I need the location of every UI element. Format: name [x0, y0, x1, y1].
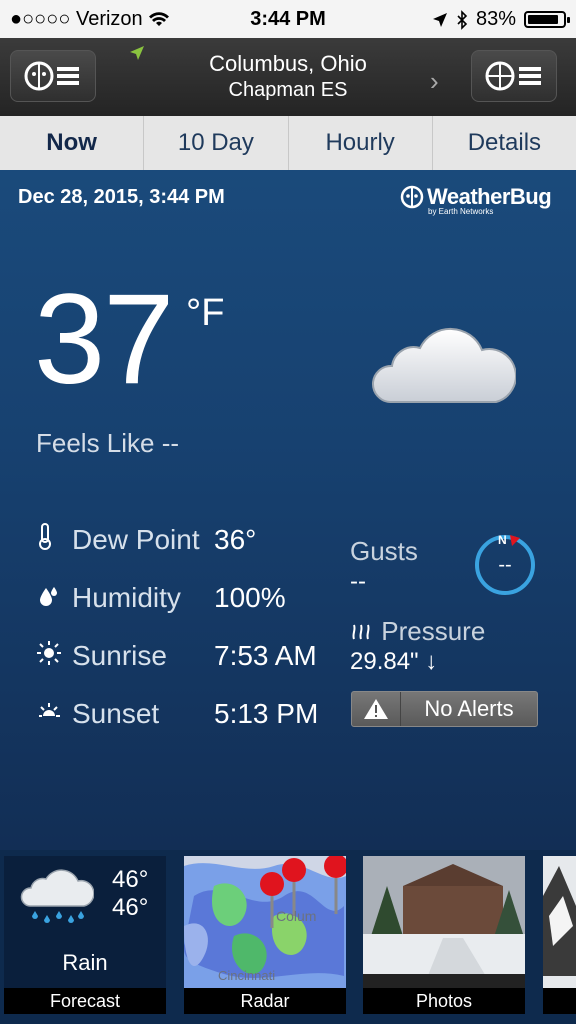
sunrise-value: 7:53 AM	[214, 640, 317, 671]
radar-map-label-cincinnati: Cincinnati	[218, 968, 276, 983]
tab-details[interactable]: Details	[433, 116, 576, 170]
snow-photo-thumbnail	[363, 856, 525, 988]
sunset-label: Sunset	[72, 698, 160, 729]
locations-button[interactable]	[471, 50, 557, 102]
pressure-trend-icon: ↓	[425, 648, 438, 675]
forecast-card[interactable]: 46° 46° Rain Forecast	[4, 856, 166, 1014]
forecast-low: 46°	[112, 894, 149, 921]
dew-point-value: 36°	[214, 524, 257, 555]
status-bar: ●○○○○ Verizon 3:44 PM 83%	[0, 0, 576, 38]
partial-card[interactable]	[543, 856, 576, 1014]
compass-north-label: N	[498, 533, 507, 547]
crosshair-list-icon	[485, 61, 541, 91]
warning-icon	[352, 692, 401, 726]
humidity-drops-icon	[38, 584, 60, 613]
sunset-icon	[36, 702, 62, 725]
alerts-button[interactable]: No Alerts	[351, 691, 538, 727]
alerts-label: No Alerts	[424, 696, 514, 721]
location-arrow-icon	[432, 12, 447, 27]
forecast-high: 46°	[112, 866, 149, 893]
tab-now[interactable]: Now	[0, 116, 145, 170]
radar-caption: Radar	[184, 988, 346, 1014]
partial-caption	[543, 988, 576, 1014]
sunrise-label: Sunrise	[72, 640, 167, 671]
photos-card[interactable]: Photos	[363, 856, 525, 1014]
cloud-icon	[371, 327, 516, 403]
thermometer-icon	[38, 522, 52, 555]
bottom-cards: 46° 46° Rain Forecast Colum Cincinnati R…	[0, 850, 576, 1024]
humidity-value: 100%	[214, 582, 286, 613]
radar-card[interactable]: Colum Cincinnati Radar	[184, 856, 346, 1014]
pressure-label: Pressure	[350, 616, 485, 647]
sunset-value: 5:13 PM	[214, 698, 319, 729]
compass-value: --	[498, 554, 512, 576]
forecast-condition: Rain	[62, 950, 108, 975]
pressure-label-text: Pressure	[381, 616, 486, 646]
sunrise-icon	[36, 640, 62, 671]
pressure-value: 29.84" ↓	[350, 648, 437, 676]
app-header: Columbus, Ohio Chapman ES ›	[0, 38, 576, 116]
battery-percent: 83%	[475, 8, 516, 30]
observation-datetime: Dec 28, 2015, 3:44 PM	[18, 186, 225, 208]
tab-10-day[interactable]: 10 Day	[144, 116, 289, 170]
rain-cloud-icon	[20, 869, 94, 923]
current-conditions-panel: Dec 28, 2015, 3:44 PM WeatherBug by Eart…	[0, 170, 576, 850]
chevron-right-icon[interactable]: ›	[430, 66, 439, 97]
weatherbug-bug-icon	[400, 185, 424, 209]
photos-caption: Photos	[363, 988, 525, 1014]
tab-hourly[interactable]: Hourly	[289, 116, 433, 170]
radar-map-label-columbus: Colum	[276, 908, 317, 924]
weatherbug-logo: WeatherBug by Earth Networks	[400, 184, 552, 216]
current-temperature: 37	[34, 268, 174, 411]
battery-icon	[524, 11, 570, 28]
temperature-unit: °F	[186, 292, 225, 334]
status-right: 83%	[432, 8, 570, 31]
humidity-label: Humidity	[72, 582, 181, 613]
wind-compass[interactable]: N --	[472, 532, 538, 598]
pressure-reading: 29.84"	[350, 648, 419, 675]
gusts-label: Gusts	[350, 536, 418, 566]
pressure-icon	[352, 624, 370, 640]
feels-like: Feels Like --	[36, 428, 180, 458]
forecast-caption: Forecast	[4, 988, 166, 1014]
tab-bar: Now 10 Day Hourly Details	[0, 116, 576, 170]
bluetooth-icon	[457, 9, 468, 30]
partial-photo-thumbnail	[543, 856, 576, 988]
dew-point-label: Dew Point	[72, 524, 200, 555]
gusts-value: --	[350, 568, 366, 595]
